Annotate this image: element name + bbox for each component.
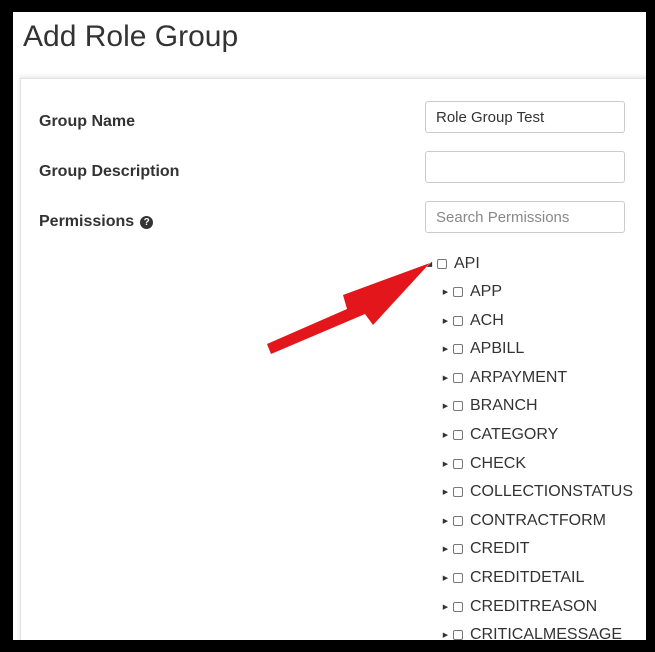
app-window: Add Role Group Group Name Group Descript… [13,12,646,640]
annotation-arrow [267,263,430,354]
red-arrow-shape [267,263,430,354]
screenshot-frame: Add Role Group Group Name Group Descript… [0,0,655,652]
